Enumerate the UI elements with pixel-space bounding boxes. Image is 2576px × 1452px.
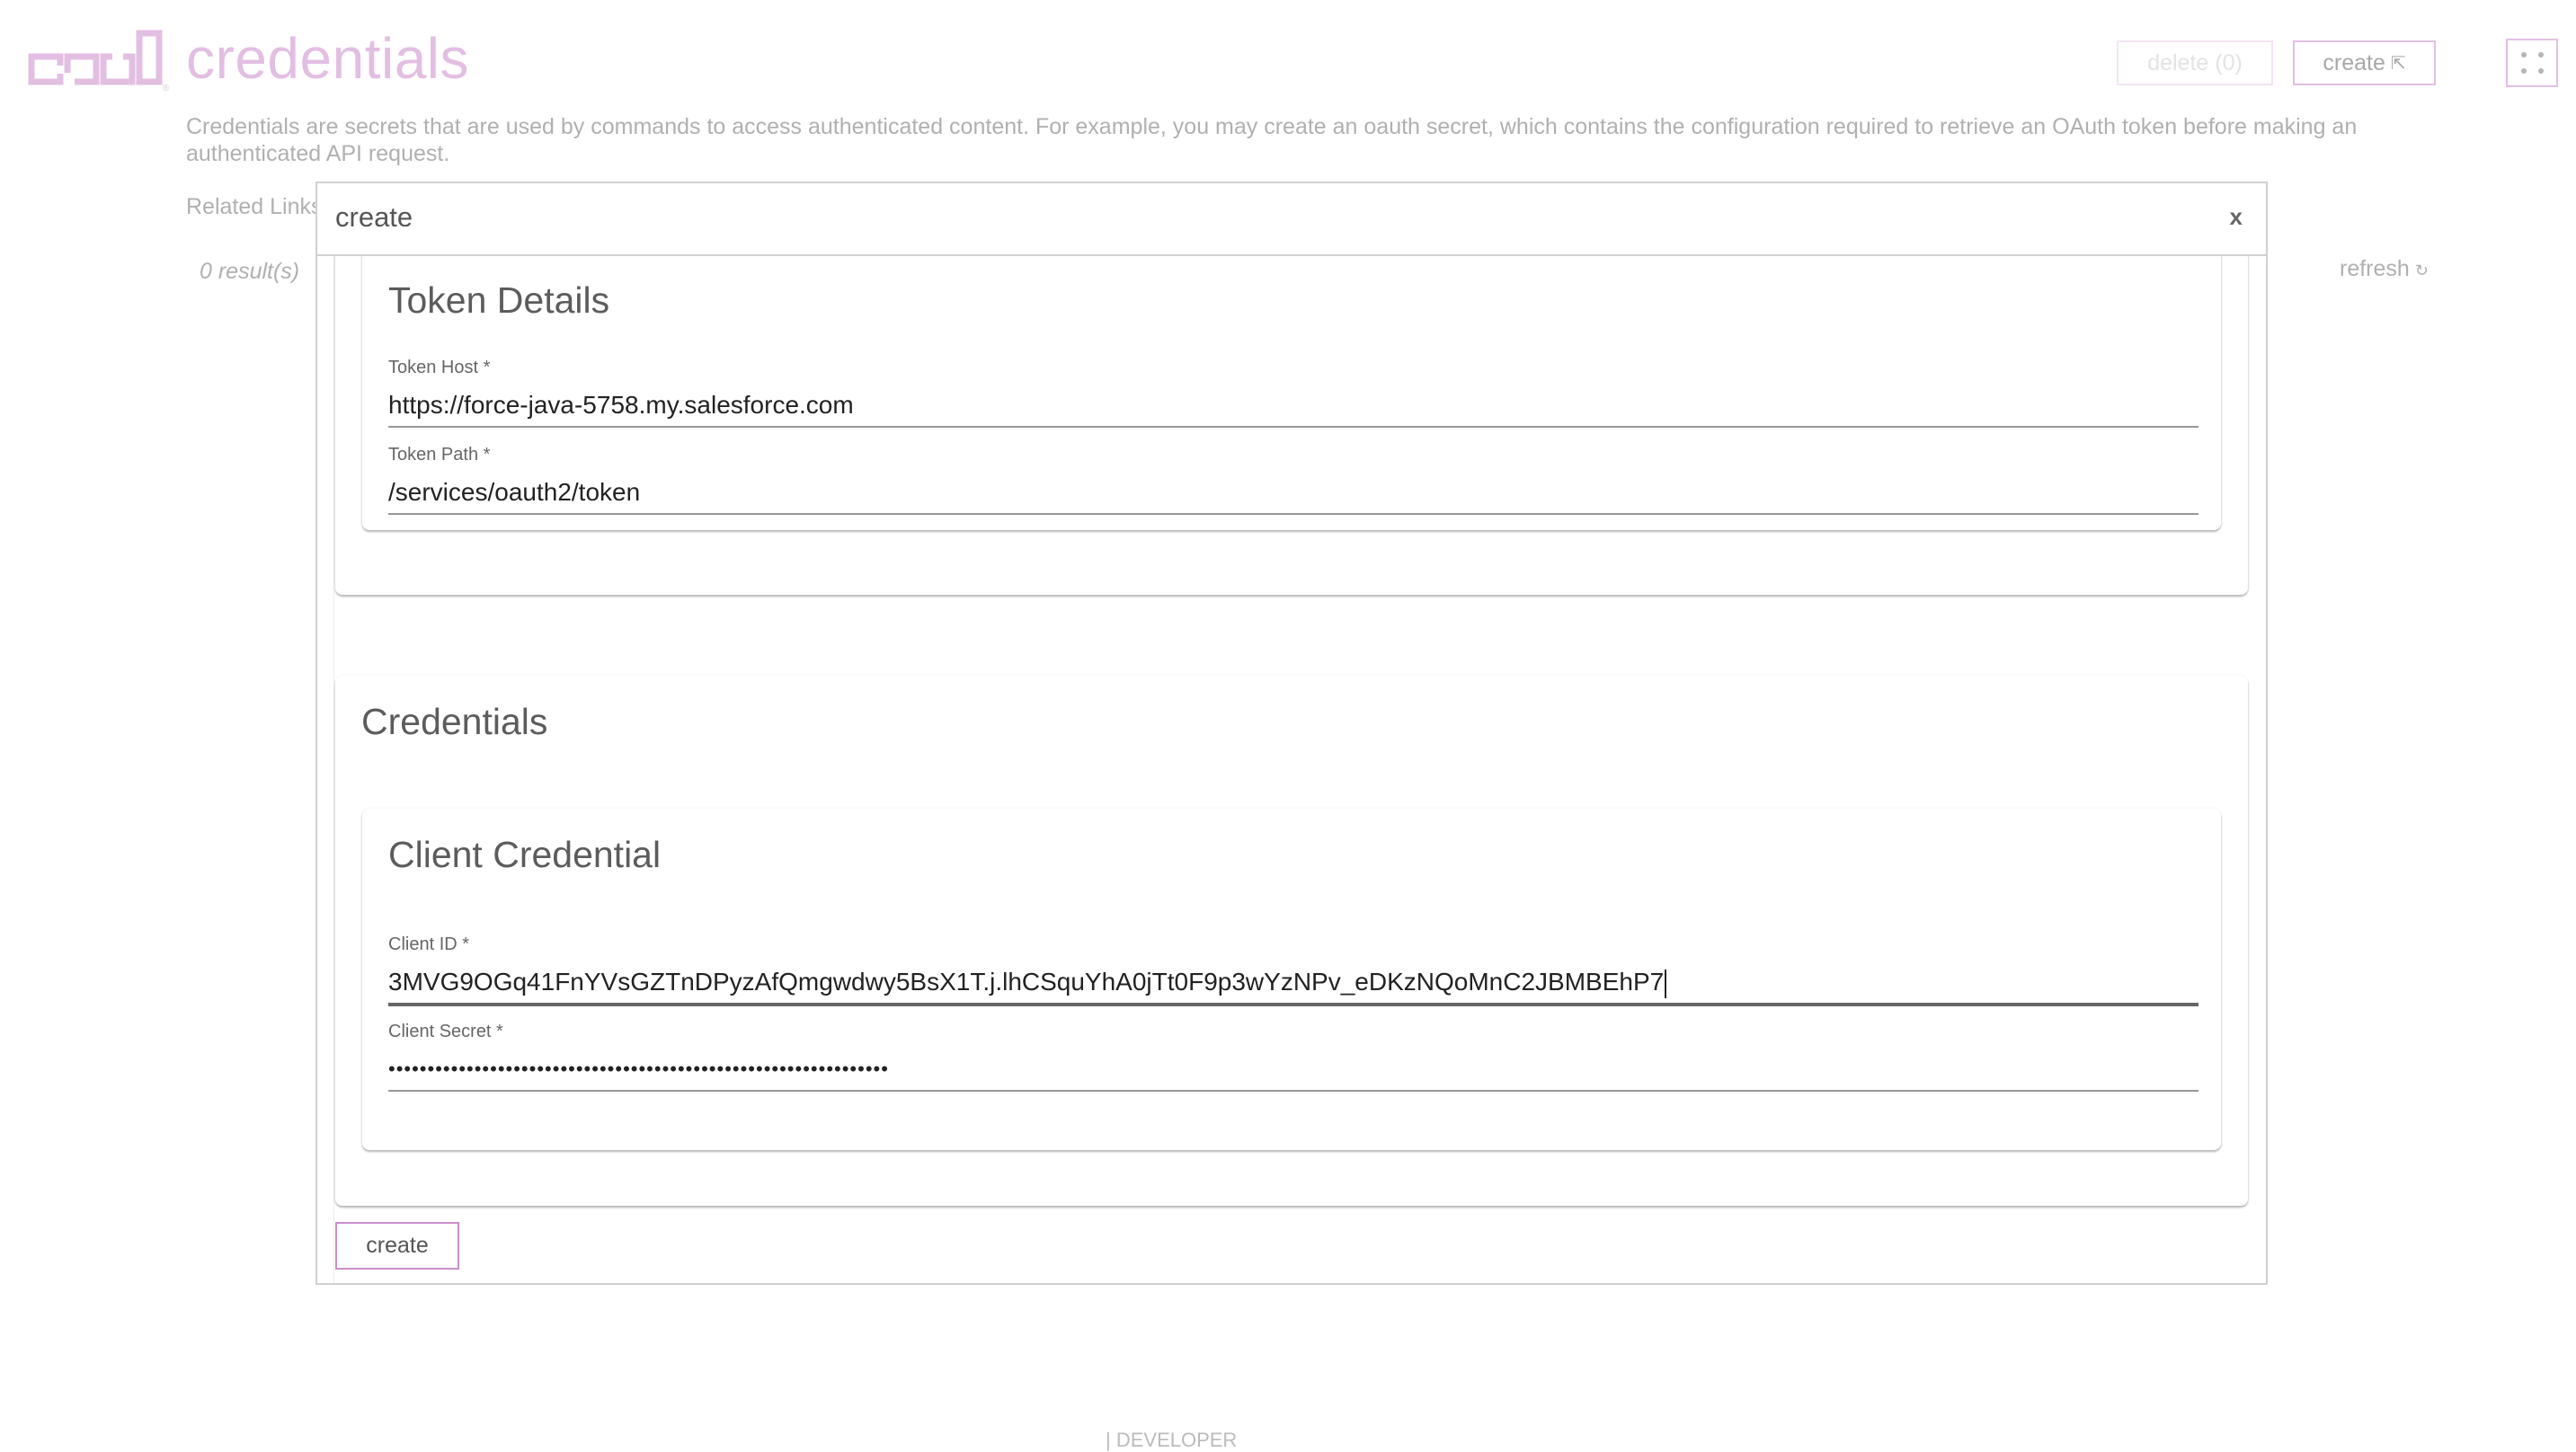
client-secret-field: Client Secret * ••••••••••••••••••••••••… bbox=[388, 1022, 2198, 1092]
client-id-label: Client ID * bbox=[388, 934, 470, 954]
token-details-card: Token Details Token Host * https://force… bbox=[362, 256, 2221, 530]
modal-body[interactable]: Token Details Token Host * https://force… bbox=[317, 256, 2266, 1283]
results-count: 0 result(s) bbox=[200, 259, 300, 284]
client-id-input[interactable]: 3MVG9OGq41FnYVsGZTnDPyzAfQmgwdwy5BsX1T.j… bbox=[388, 958, 2198, 1006]
scrollbar[interactable] bbox=[317, 256, 334, 1283]
token-path-input[interactable]: /services/oauth2/token bbox=[388, 468, 2198, 515]
submit-create-label: create bbox=[366, 1233, 429, 1258]
client-id-field: Client ID * 3MVG9OGq41FnYVsGZTnDPyzAfQmg… bbox=[388, 934, 2198, 1006]
create-credential-modal: create x Token Details Token Host * http… bbox=[315, 182, 2268, 1285]
client-secret-label: Client Secret * bbox=[388, 1022, 503, 1041]
credentials-title: Credentials bbox=[361, 701, 548, 742]
token-host-label: Token Host * bbox=[388, 358, 491, 377]
close-icon[interactable]: x bbox=[2230, 203, 2243, 231]
modal-header: create x bbox=[317, 183, 2266, 256]
client-id-value: 3MVG9OGq41FnYVsGZTnDPyzAfQmgwdwy5BsX1T.j… bbox=[388, 968, 1665, 996]
fullscreen-button[interactable] bbox=[2506, 39, 2558, 87]
refresh-icon: ↻ bbox=[2414, 261, 2429, 279]
token-host-input[interactable]: https://force-java-5758.my.salesforce.co… bbox=[388, 381, 2198, 428]
token-host-field: Token Host * https://force-java-5758.my.… bbox=[388, 358, 2198, 428]
client-credential-title: Client Credential bbox=[388, 834, 662, 875]
modal-title: create bbox=[335, 201, 413, 233]
related-links[interactable]: Related Links bbox=[186, 194, 322, 220]
create-button[interactable]: create ⇱ bbox=[2293, 40, 2436, 85]
open-modal-icon: ⇱ bbox=[2390, 53, 2406, 74]
delete-button[interactable]: delete (0) bbox=[2117, 40, 2273, 85]
svg-text:®: ® bbox=[163, 84, 170, 93]
token-details-title: Token Details bbox=[388, 279, 610, 321]
text-cursor bbox=[1665, 969, 1667, 998]
fullscreen-icon bbox=[2520, 52, 2544, 74]
page-title: credentials bbox=[186, 26, 469, 91]
client-secret-input[interactable]: ••••••••••••••••••••••••••••••••••••••••… bbox=[388, 1045, 2198, 1092]
refresh-button[interactable]: refresh ↻ bbox=[2340, 256, 2429, 282]
token-path-field: Token Path * /services/oauth2/token bbox=[388, 445, 2198, 515]
create-button-label: create bbox=[2323, 49, 2385, 75]
page-description: Credentials are secrets that are used by… bbox=[186, 114, 2358, 166]
client-credential-card: Client Credential Client ID * 3MVG9OGq41… bbox=[362, 809, 2221, 1150]
crul-logo: ® bbox=[28, 30, 170, 93]
delete-button-label: delete (0) bbox=[2147, 49, 2243, 75]
refresh-label: refresh bbox=[2340, 256, 2410, 281]
footer-text: | DEVELOPER bbox=[1106, 1429, 1238, 1451]
token-path-label: Token Path * bbox=[388, 445, 491, 465]
submit-create-button[interactable]: create bbox=[335, 1222, 459, 1270]
